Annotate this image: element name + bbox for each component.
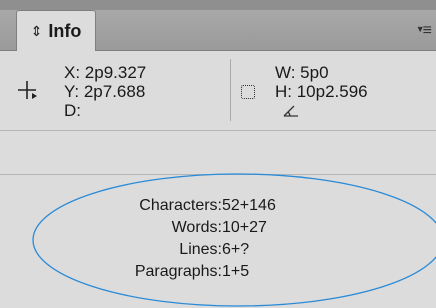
w-value: W: 5p0 [275, 63, 329, 82]
stat-row-characters: Characters: 52+146 [0, 196, 436, 216]
panel-menu-icon[interactable]: ▼≡ [416, 22, 432, 40]
position-readout: X: 2p9.327 Y: 2p7.688 D: [64, 63, 146, 120]
stat-label: Words: [171, 219, 222, 236]
size-readout: W: 5p0 H: 10p2.596 [275, 63, 368, 101]
stat-label: Paragraphs: [134, 263, 222, 280]
size-box-icon [241, 85, 255, 99]
x-value: X: 2p9.327 [64, 63, 147, 82]
d-value: D: [64, 101, 81, 120]
stat-value: 6+? [222, 241, 250, 258]
stat-value: 52+146 [222, 197, 276, 214]
stat-row-words: Words: 10+27 [0, 218, 436, 238]
stat-label: Characters: [139, 197, 222, 214]
crosshair-icon [18, 81, 40, 107]
stat-row-lines: Lines: 6+? [0, 240, 436, 260]
stat-value: 10+27 [222, 219, 267, 236]
tab-info-label: Info [48, 20, 82, 41]
tab-info[interactable]: ⇕ Info [16, 10, 96, 51]
h-value: H: 10p2.596 [275, 82, 368, 101]
stat-row-paragraphs: Paragraphs: 1+5 [0, 262, 436, 282]
y-value: Y: 2p7.688 [64, 82, 146, 101]
stat-value: 1+5 [222, 263, 250, 280]
panel-tab-bar: ⇕ Info ▼≡ [0, 10, 436, 51]
position-size-section: X: 2p9.327 Y: 2p7.688 D: W: 5p0 H: 10p2.… [0, 51, 436, 129]
section-divider [230, 59, 231, 121]
angle-icon [283, 105, 298, 117]
divider-1 [0, 130, 436, 131]
up-down-arrows-icon[interactable]: ⇕ [31, 23, 43, 40]
window-top-strip [0, 0, 436, 10]
stat-label: Lines: [179, 241, 222, 258]
divider-2 [0, 174, 436, 175]
